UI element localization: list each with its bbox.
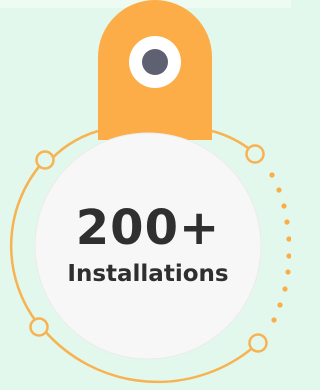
ring-node-left-bottom — [29, 317, 49, 337]
installations-count: 200+ — [75, 200, 221, 256]
ring-node-right-top — [245, 144, 265, 164]
pin-icon — [142, 49, 168, 75]
ring-node-right-bottom — [248, 333, 268, 353]
installations-badge: 200+ Installations — [0, 0, 291, 390]
ring-node-left-top — [35, 150, 55, 170]
dotted-arc — [269, 172, 291, 323]
badge-graphic — [9, 0, 291, 384]
orbit-ring-upper-right — [211, 129, 253, 152]
installations-label: Installations — [67, 261, 229, 287]
